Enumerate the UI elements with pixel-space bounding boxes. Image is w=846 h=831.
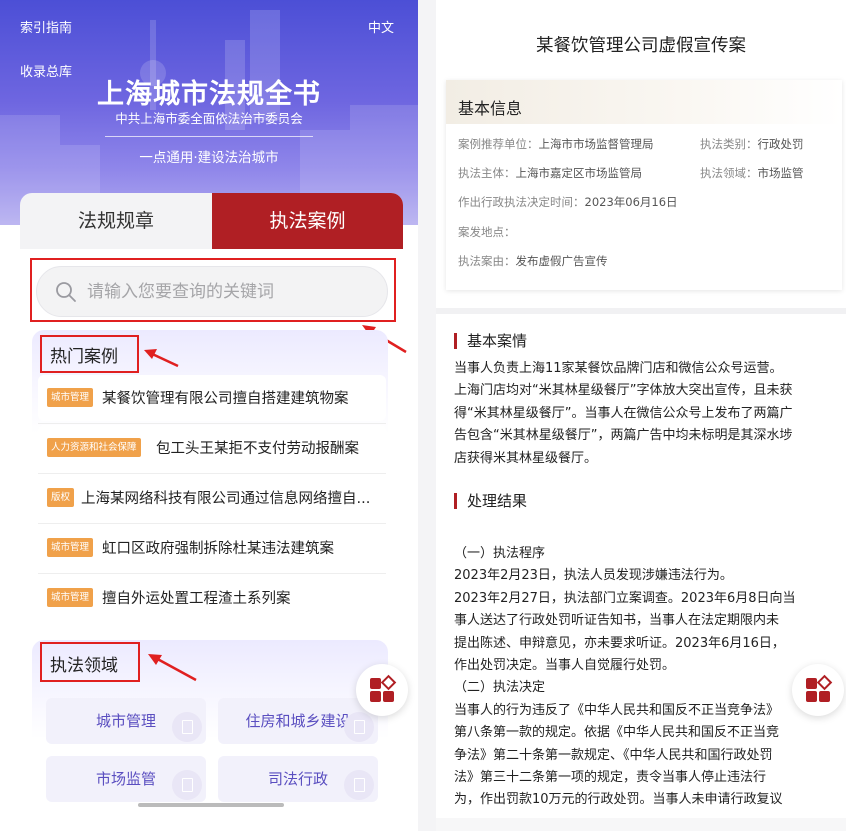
- info-label: 案例推荐单位：: [458, 137, 539, 151]
- case-category-tag: 城市管理: [47, 588, 94, 607]
- info-category: 执法类别：行政处罚: [700, 136, 804, 152]
- text-line: 事人送达了行政处罚听证告知书，当事人在法定期限内未: [454, 613, 780, 629]
- text-line: 第八条第一款的规定。依据《中华人民共和国反不正当竞: [454, 725, 780, 741]
- annotation-arrow-icon: [148, 654, 197, 682]
- info-value: 发布虚假广告宣传: [515, 254, 608, 268]
- text-line: （二）执法决定: [454, 680, 546, 696]
- divider: [105, 136, 313, 137]
- app-title: 上海城市法规全书: [97, 79, 321, 110]
- info-value: 市场监管: [757, 166, 804, 180]
- hot-case-item[interactable]: 城市管理 虹口区政府强制拆除杜某违法建筑案: [38, 525, 386, 571]
- text-line: （一）执法程序: [454, 546, 546, 561]
- hot-case-item[interactable]: 城市管理 某餐饮管理有限公司擅自搭建建筑物案: [38, 375, 386, 421]
- header-banner: 索引指南 中文 收录总库 上海城市法规全书 中共上海市委全面依法治市委员会 一点…: [0, 0, 418, 225]
- bookmark-icon: [344, 770, 374, 800]
- text-line: 2023年2月27日，执法部门立案调查。2023年6月8日向当: [454, 590, 796, 606]
- section-heading-result: 处理结果: [454, 493, 527, 509]
- divider: [38, 523, 386, 524]
- annotation-box: [40, 642, 140, 682]
- page-title: 某餐饮管理公司虚假宣传案: [536, 36, 746, 56]
- text-line: 为，作出罚款10万元的行政处罚。当事人未申请行政复议: [454, 792, 783, 808]
- hot-case-item[interactable]: 版权 上海某网络科技有限公司通过信息网络擅自...: [38, 475, 386, 521]
- tab-laws[interactable]: 法规规章: [20, 193, 212, 249]
- info-location: 案发地点：: [458, 224, 516, 240]
- divider: [38, 473, 386, 474]
- result-text: （一）执法程序 2023年2月23日，执法人员发现涉嫌违法行为。 2023年2月…: [454, 543, 836, 812]
- info-decision-time: 作出行政执法决定时间：2023年06月16日: [458, 194, 678, 210]
- text-line: 法》第三十二条第一项的规定，责令当事人停止违法行: [454, 770, 767, 786]
- info-label: 案发地点：: [458, 225, 516, 239]
- left-screen: 索引指南 中文 收录总库 上海城市法规全书 中共上海市委全面依法治市委员会 一点…: [0, 0, 418, 831]
- annotation-arrow-icon: [144, 349, 179, 368]
- floating-menu-button[interactable]: [792, 664, 844, 716]
- info-label: 执法类别：: [700, 137, 758, 151]
- tab-cases[interactable]: 执法案例: [212, 193, 403, 249]
- info-subject: 执法主体：上海市嘉定区市场监管局: [458, 165, 642, 181]
- case-category-tag: 城市管理: [47, 538, 94, 557]
- hot-case-item[interactable]: 城市管理 擅自外运处置工程渣土系列案: [38, 575, 386, 621]
- tab-bar: 法规规章 执法案例: [20, 193, 403, 249]
- divider: [38, 423, 386, 424]
- text-line: 当事人的行为违反了《中华人民共和国反不正当竞争法》: [454, 702, 780, 718]
- case-title: 虹口区政府强制拆除杜某违法建筑案: [102, 541, 334, 557]
- text-line: 上海门店均对“米其林星级餐厅”字体放大突出宣传，且未获: [454, 383, 793, 399]
- info-recommend-unit: 案例推荐单位：上海市市场监督管理局: [458, 136, 654, 152]
- text-line: 店获得米其林星级餐厅。: [454, 450, 598, 466]
- info-field: 执法领域：市场监管: [700, 165, 804, 181]
- annotation-box: [40, 335, 139, 373]
- text-line: 得“米其林星级餐厅”。当事人在微信公众号上发布了两篇广: [454, 405, 793, 421]
- divider: [38, 573, 386, 574]
- basic-facts-text: 当事人负责上海11家某餐饮品牌门店和微信公众号运营。 上海门店均对“米其林星级餐…: [454, 358, 836, 470]
- floating-menu-button[interactable]: [356, 664, 408, 716]
- index-guide-link[interactable]: 索引指南: [20, 17, 72, 36]
- field-button-city-management[interactable]: 城市管理: [46, 698, 206, 744]
- app-subtitle: 中共上海市委全面依法治市委员会: [115, 111, 303, 126]
- case-title: 上海某网络科技有限公司通过信息网络擅自...: [81, 491, 371, 507]
- case-category-tag: 城市管理: [47, 388, 94, 407]
- info-value: 上海市嘉定区市场监管局: [515, 166, 643, 180]
- case-category-tag: 人力资源和社会保障: [47, 438, 141, 457]
- right-screen: 某餐饮管理公司虚假宣传案 基本信息 案例推荐单位：上海市市场监督管理局 执法类别…: [436, 0, 846, 831]
- case-category-tag: 版权: [47, 488, 75, 507]
- language-switch[interactable]: 中文: [368, 17, 394, 36]
- info-label: 执法案由：: [458, 254, 516, 268]
- annotation-box: [30, 258, 396, 322]
- case-title: 包工头王某拒不支付劳动报酬案: [156, 441, 359, 457]
- info-value: 行政处罚: [757, 137, 804, 151]
- bookmark-icon: [344, 712, 374, 742]
- hot-case-item[interactable]: 人力资源和社会保障 包工头王某拒不支付劳动报酬案: [38, 425, 386, 471]
- field-button-judicial-admin[interactable]: 司法行政: [218, 756, 378, 802]
- basic-info-header: 基本信息: [446, 80, 842, 124]
- info-value: 上海市市场监督管理局: [538, 137, 654, 151]
- basic-info-title: 基本信息: [458, 99, 523, 118]
- text-line: 当事人负责上海11家某餐饮品牌门店和微信公众号运营。: [454, 361, 783, 376]
- home-indicator: [138, 803, 284, 807]
- bottom-edge: [436, 818, 846, 831]
- field-button-housing[interactable]: 住房和城乡建设: [218, 698, 378, 744]
- info-cause: 执法案由：发布虚假广告宣传: [458, 253, 608, 269]
- text-line: 提出陈述、申辩意见，亦未要求听证。2023年6月16日，: [454, 635, 785, 651]
- info-value: 2023年06月16日: [584, 195, 678, 209]
- app-slogan: 一点通用·建设法治城市: [139, 150, 279, 166]
- text-line: 告包含“米其林星级餐厅”，两篇广告中均未标明是其深水埗: [454, 428, 793, 444]
- section-heading-basic-facts: 基本案情: [454, 333, 527, 349]
- text-line: 争法》第二十条第一款规定、《中华人民共和国行政处罚: [454, 747, 773, 763]
- basic-info-card: 基本信息 案例推荐单位：上海市市场监督管理局 执法类别：行政处罚 执法主体：上海…: [446, 80, 842, 290]
- section-divider: [436, 308, 846, 314]
- case-title: 某餐饮管理有限公司擅自搭建建筑物案: [102, 391, 349, 407]
- field-button-market-supervision[interactable]: 市场监管: [46, 756, 206, 802]
- bookmark-icon: [172, 712, 202, 742]
- text-line: 2023年2月23日，执法人员发现涉嫌违法行为。: [454, 568, 733, 584]
- info-label: 执法领域：: [700, 166, 758, 180]
- text-line: 作出处罚决定。当事人自觉履行处罚。: [454, 658, 676, 674]
- case-title: 擅自外运处置工程渣土系列案: [102, 591, 291, 607]
- bookmark-icon: [172, 770, 202, 800]
- info-label: 作出行政执法决定时间：: [458, 195, 585, 209]
- info-label: 执法主体：: [458, 166, 516, 180]
